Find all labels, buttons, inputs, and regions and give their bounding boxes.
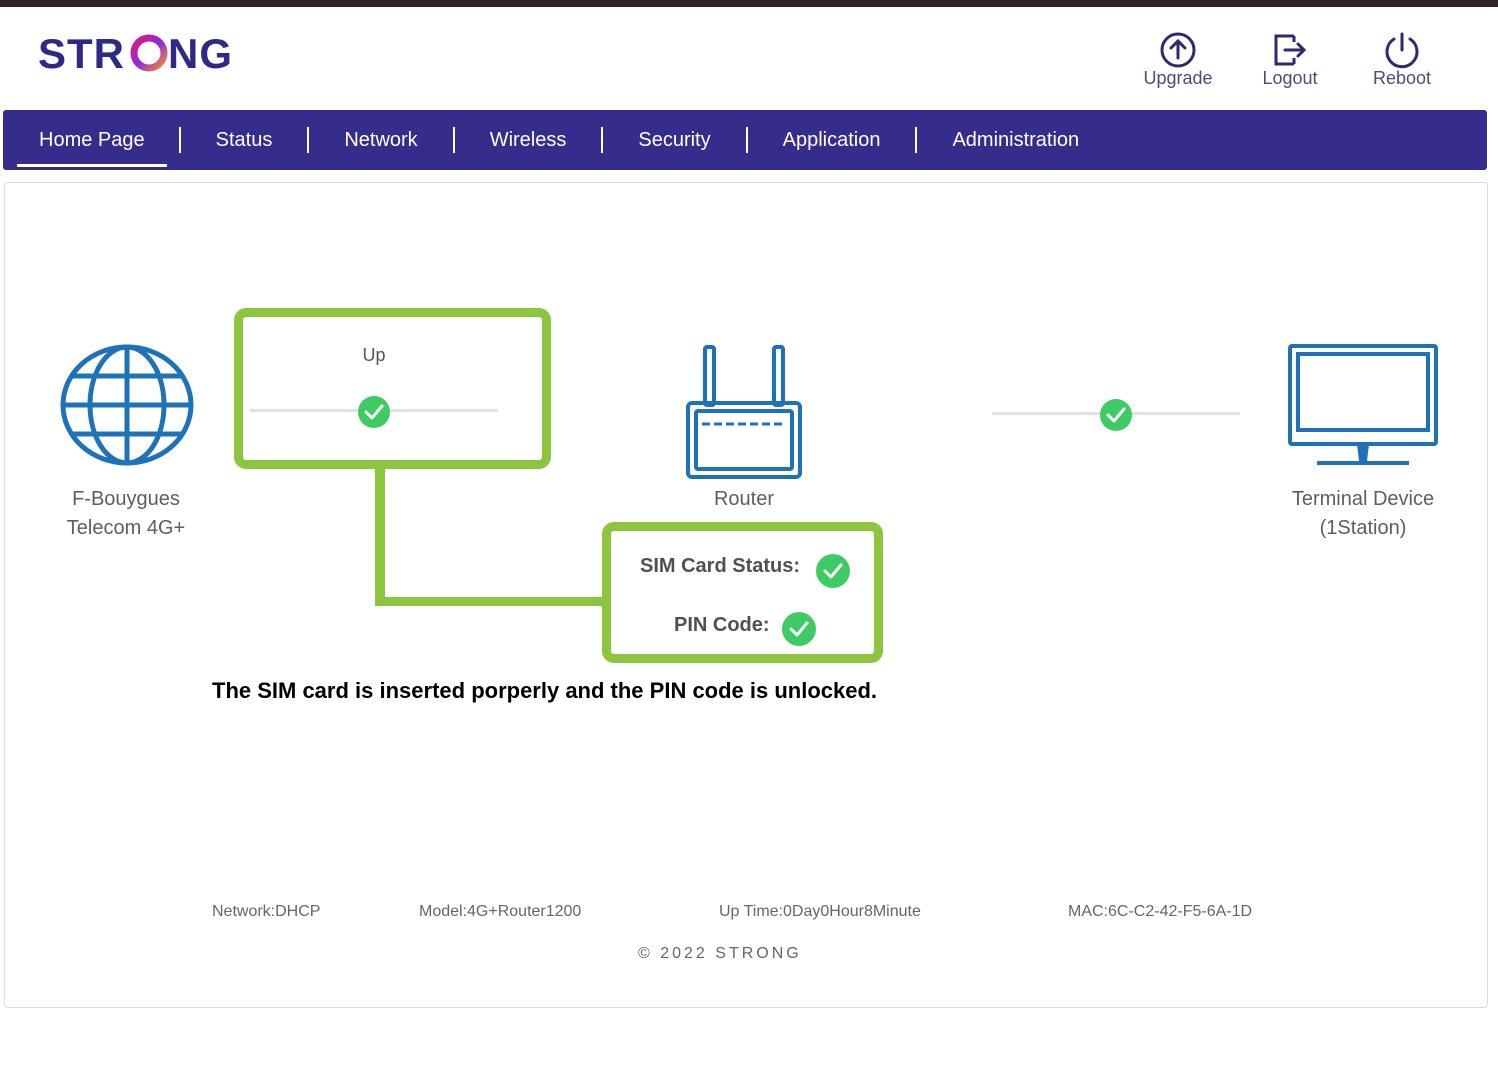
copyright: © 2022 STRONG: [638, 945, 802, 962]
nav-status-label: Status: [215, 128, 273, 151]
annotation-text: The SIM card is inserted porperly and th…: [212, 678, 878, 703]
pin-code-check-icon: [782, 612, 816, 646]
wan-status-text: Up: [362, 345, 386, 365]
nav-wireless-label: Wireless: [489, 128, 567, 151]
footer-uptime: Up Time:0Day0Hour8Minute: [719, 903, 921, 920]
reboot-button[interactable]: Reboot: [1346, 30, 1458, 89]
isp-label-line2: Telecom 4G+: [66, 517, 186, 539]
header-actions: Upgrade Logout Reboot: [1122, 30, 1458, 89]
logo-o-mark: [130, 34, 168, 72]
main-nav: Home Page Status Network Wireless Securi…: [3, 110, 1487, 170]
upgrade-label: Upgrade: [1143, 68, 1213, 88]
upgrade-button[interactable]: Upgrade: [1122, 30, 1234, 89]
nav-administration[interactable]: Administration: [917, 110, 1114, 170]
sim-highlight-box: [602, 522, 883, 663]
reboot-label: Reboot: [1372, 68, 1432, 88]
nav-network-label: Network: [344, 128, 418, 151]
monitor-icon: [1288, 344, 1438, 465]
lan-check-icon: [1100, 399, 1132, 431]
nav-home-page[interactable]: Home Page: [17, 110, 167, 170]
logout-icon: [1274, 34, 1307, 66]
strong-logo: STR NG: [38, 28, 248, 78]
logout-button[interactable]: Logout: [1234, 30, 1346, 89]
nav-network[interactable]: Network: [309, 110, 452, 170]
router-label: Router: [713, 488, 775, 510]
router-icon: [686, 345, 802, 479]
upgrade-icon: [1160, 32, 1196, 68]
nav-home-page-label: Home Page: [39, 128, 145, 151]
sim-status-check-icon: [816, 554, 850, 588]
isp-label-line1: F-Bouygues: [72, 488, 180, 510]
terminal-device-label: Terminal Device (1Station): [1278, 485, 1448, 543]
logout-label: Logout: [1262, 68, 1318, 88]
nav-security-label: Security: [638, 128, 711, 151]
pin-code-label: PIN Code:: [674, 614, 770, 636]
callout-connector-vertical: [375, 466, 385, 606]
footer-network: Network:DHCP: [212, 903, 321, 920]
globe-icon: [60, 344, 194, 466]
sim-card-status-label: SIM Card Status:: [640, 555, 801, 577]
nav-administration-label: Administration: [952, 128, 1080, 151]
footer-mac: MAC:6C-C2-42-F5-6A-1D: [1068, 903, 1253, 920]
nav-security[interactable]: Security: [603, 110, 745, 170]
logo-text-left: STR: [38, 30, 125, 77]
isp-label: F-Bouygues Telecom 4G+: [40, 485, 212, 543]
terminal-device-station-count: (1Station): [1319, 517, 1407, 539]
window-top-edge: [0, 0, 1498, 7]
footer-model: Model:4G+Router1200: [419, 903, 582, 920]
nav-application-label: Application: [782, 128, 881, 151]
wan-highlight-box: [234, 308, 551, 469]
logo-text-right: NG: [168, 30, 233, 77]
wan-check-icon: [358, 396, 390, 428]
power-icon: [1385, 32, 1419, 69]
terminal-device-label-line1: Terminal Device: [1291, 488, 1435, 510]
callout-connector-horizontal: [375, 597, 611, 606]
nav-status[interactable]: Status: [181, 110, 308, 170]
nav-wireless[interactable]: Wireless: [455, 110, 602, 170]
nav-application[interactable]: Application: [748, 110, 916, 170]
